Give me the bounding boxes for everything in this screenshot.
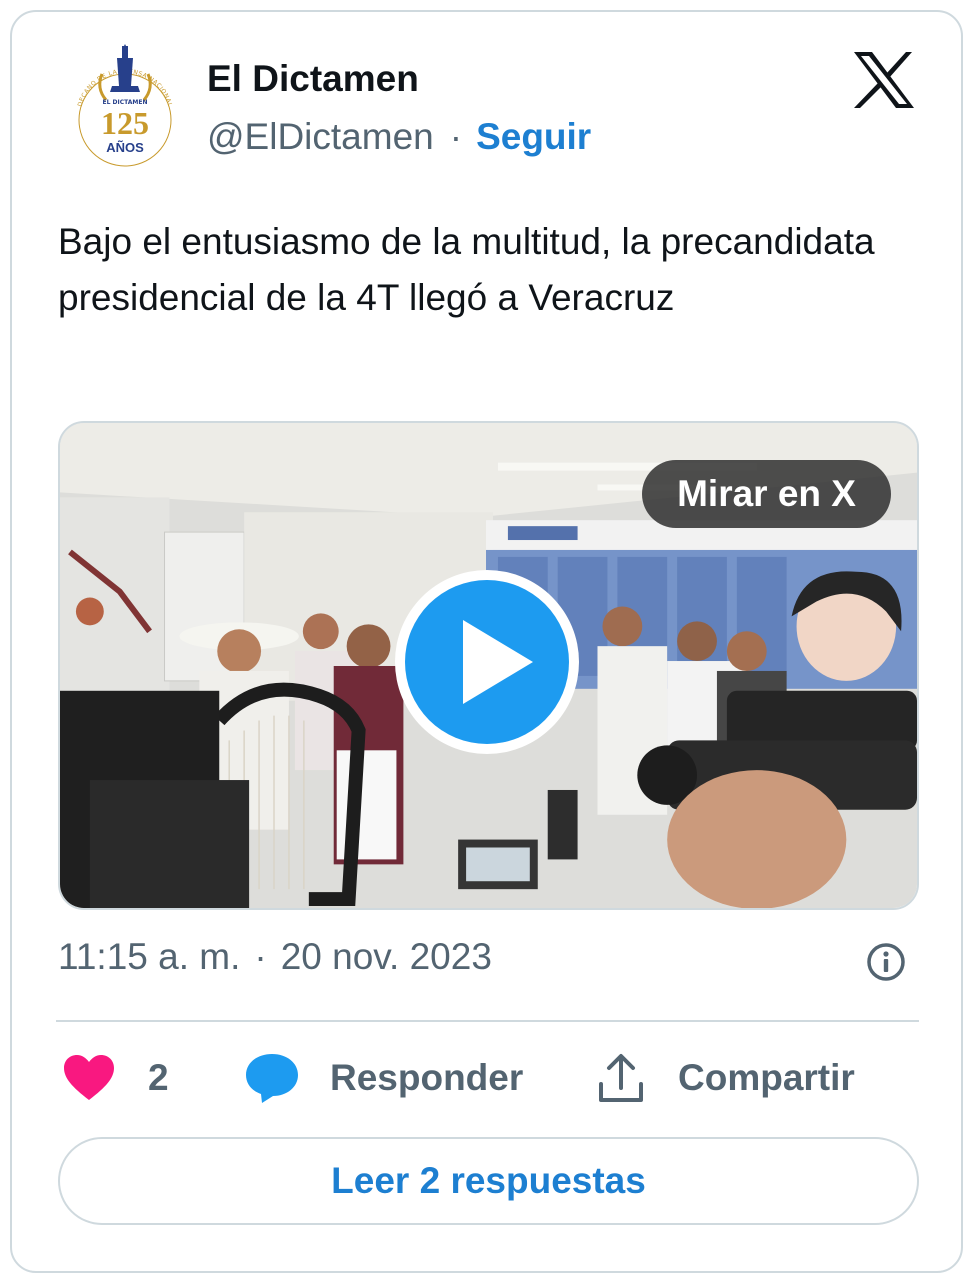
separator-dot: ·: [449, 116, 463, 157]
tweet-date: 20 nov. 2023: [280, 936, 492, 977]
info-icon[interactable]: [866, 942, 906, 982]
author-name[interactable]: El Dictamen: [207, 58, 419, 100]
like-count: 2: [148, 1057, 169, 1098]
speech-bubble-icon: [246, 1054, 298, 1103]
read-replies-button[interactable]: Leer 2 respuestas: [58, 1137, 919, 1225]
follow-button[interactable]: Seguir: [476, 116, 591, 157]
reply-button[interactable]: Responder: [244, 1050, 523, 1106]
tweet-time: 11:15 a. m.: [58, 936, 241, 977]
share-icon: [599, 1054, 643, 1102]
author-meta-row: @ElDictamen · Seguir: [207, 116, 591, 158]
like-button[interactable]: 2: [62, 1050, 169, 1106]
share-label: Compartir: [678, 1057, 855, 1098]
play-icon[interactable]: [393, 568, 581, 756]
author-handle[interactable]: @ElDictamen: [207, 116, 434, 157]
tweet-timestamp[interactable]: 11:15 a. m. · 20 nov. 2023: [58, 936, 492, 978]
tweet-text: Bajo el entusiasmo de la multitud, la pr…: [58, 221, 875, 318]
reply-label: Responder: [330, 1057, 524, 1098]
avatar-number-text: 125: [101, 105, 149, 141]
video-player[interactable]: Mirar en X: [58, 421, 919, 910]
watch-on-x-button[interactable]: Mirar en X: [642, 460, 891, 528]
heart-icon: [64, 1055, 114, 1100]
separator-dot: ·: [254, 936, 267, 977]
avatar-years-text: AÑOS: [106, 140, 144, 155]
divider: [56, 1020, 919, 1022]
share-button[interactable]: Compartir: [598, 1050, 855, 1106]
avatar-logo[interactable]: DECANO DE LA PRENSA NACIONAL EL DICTAMEN…: [66, 44, 184, 176]
x-logo-icon[interactable]: [852, 50, 916, 110]
